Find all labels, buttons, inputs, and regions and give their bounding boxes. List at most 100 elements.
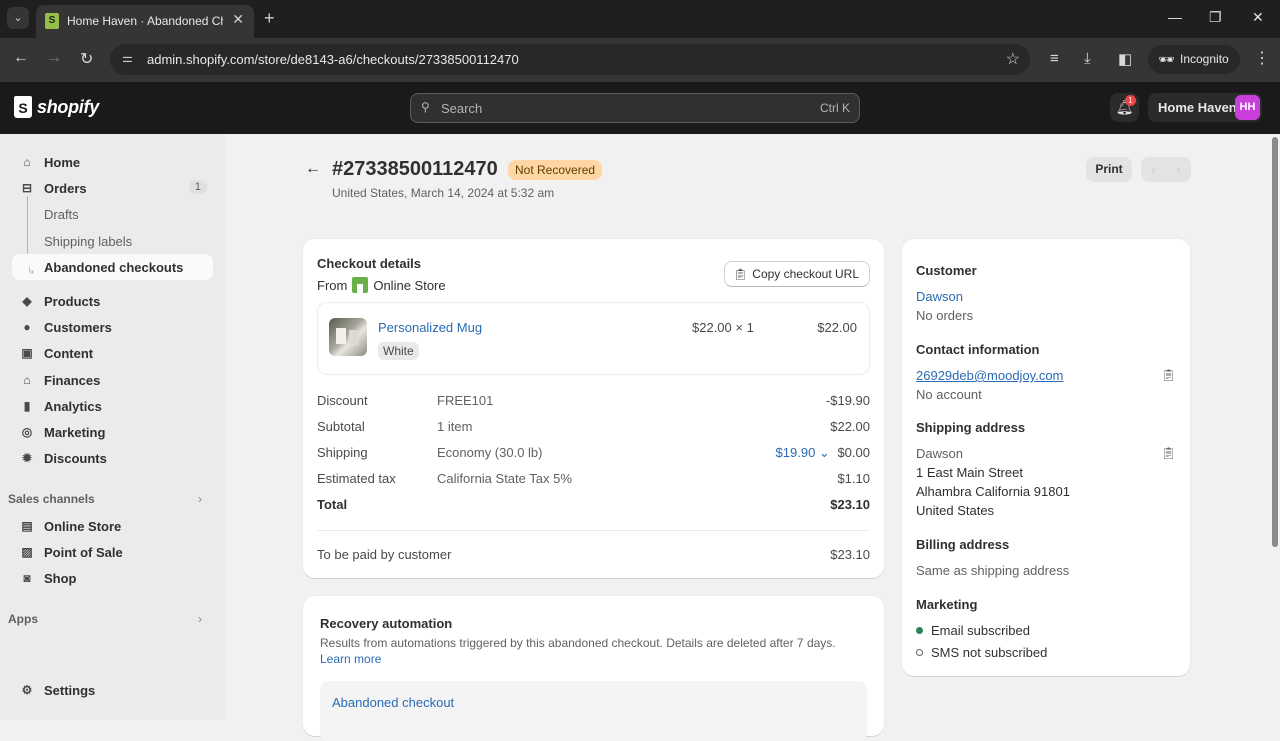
sidebar-item-online-store[interactable]: ▤ Online Store: [12, 513, 213, 539]
recovery-item: Abandoned checkout: [320, 681, 867, 741]
channel-name: Online Store: [373, 277, 446, 293]
sidebar-item-shipping-labels[interactable]: Shipping labels: [12, 228, 213, 254]
page-title: #27338500112470: [332, 158, 498, 180]
incognito-label: Incognito: [1180, 52, 1229, 66]
discount-amount: -$19.90: [825, 393, 870, 408]
tax-amount: $1.10: [837, 471, 870, 486]
from-label: From: [317, 277, 348, 293]
copy-address-icon[interactable]: 📋︎: [1161, 446, 1176, 460]
sidebar-item-content[interactable]: ▣ Content: [12, 340, 213, 366]
sidebar-item-shop[interactable]: ◙ Shop: [12, 565, 213, 591]
marketing-heading: Marketing: [916, 597, 978, 612]
sidebar-item-label: Finances: [44, 372, 101, 388]
account-status: No account: [916, 387, 982, 402]
incognito-icon: 🕶: [1158, 52, 1175, 67]
minimize-icon[interactable]: —: [1168, 9, 1182, 25]
pos-icon: ▨: [21, 545, 33, 559]
sidebar-item-abandoned-checkouts[interactable]: Abandoned checkouts: [12, 254, 213, 280]
notifications-button[interactable]: 🔔︎ 1: [1110, 93, 1139, 122]
image-icon: ▣: [21, 346, 33, 360]
product-link[interactable]: Personalized Mug: [378, 320, 482, 335]
shopify-logo[interactable]: S shopify: [14, 96, 99, 118]
shopify-bag-icon: S: [14, 96, 32, 118]
sidebar-item-home[interactable]: ⌂ Home: [12, 149, 213, 175]
sidebar-item-label: Shipping labels: [44, 233, 133, 249]
sidebar-item-label: Online Store: [44, 518, 122, 534]
row-label: To be paid by customer: [317, 547, 452, 562]
sidebar-item-discounts[interactable]: ✹ Discounts: [12, 445, 213, 471]
sidebar-item-settings[interactable]: ⚙ Settings: [12, 677, 213, 703]
address-bar[interactable]: ⚌ admin.shopify.com/store/de8143-a6/chec…: [110, 44, 1030, 75]
download-icon[interactable]: ⤓: [1084, 50, 1091, 67]
abandoned-checkout-link[interactable]: Abandoned checkout: [332, 695, 454, 710]
tab-search-button[interactable]: ⌄: [7, 7, 29, 29]
browser-tab[interactable]: S Home Haven · Abandoned Che ✕: [36, 5, 254, 38]
forward-icon[interactable]: →: [46, 49, 62, 67]
card-title: Checkout details: [317, 256, 422, 271]
sidebar-item-point-of-sale[interactable]: ▨ Point of Sale: [12, 539, 213, 565]
store-menu-button[interactable]: Home Haven HH: [1148, 93, 1262, 122]
back-icon[interactable]: ←: [13, 49, 29, 67]
sidebar-item-marketing[interactable]: ◎ Marketing: [12, 419, 213, 445]
side-panel-icon[interactable]: ◧: [1118, 50, 1132, 68]
sidebar-item-label: Marketing: [44, 424, 106, 440]
recovery-description: Results from automations triggered by th…: [320, 636, 836, 650]
orders-count-badge: 1: [188, 180, 207, 194]
browser-menu-icon[interactable]: ⋮: [1254, 48, 1270, 68]
print-button[interactable]: Print: [1086, 157, 1132, 182]
new-tab-button[interactable]: +: [264, 8, 275, 29]
customer-name-link[interactable]: Dawson: [916, 289, 963, 304]
apps-heading[interactable]: Apps: [8, 612, 38, 626]
sidebar-item-analytics[interactable]: ▮ Analytics: [12, 393, 213, 419]
next-icon[interactable]: ›: [1177, 163, 1181, 177]
discount-icon: ✹: [21, 451, 33, 465]
media-icon[interactable]: ≡: [1050, 50, 1059, 67]
product-thumbnail[interactable]: [329, 318, 367, 356]
home-icon: ⌂: [23, 155, 31, 169]
shipping-original-price[interactable]: $19.90 ⌄: [776, 445, 830, 460]
sidebar-item-drafts[interactable]: Drafts: [12, 201, 213, 227]
back-arrow-icon[interactable]: ←: [305, 160, 321, 178]
restore-icon[interactable]: ❐: [1209, 9, 1222, 26]
sidebar-item-products[interactable]: ◆ Products: [12, 288, 213, 314]
sidebar-item-orders[interactable]: ⊟ Orders 1: [12, 175, 213, 201]
email-link[interactable]: 26929deb@moodjoy.com: [916, 368, 1063, 383]
chevron-right-icon[interactable]: ›: [198, 492, 202, 506]
copy-email-icon[interactable]: 📋︎: [1161, 368, 1176, 382]
sidebar-item-label: Point of Sale: [44, 544, 123, 560]
previous-icon[interactable]: ‹: [1152, 163, 1156, 177]
reload-icon[interactable]: ↻: [80, 49, 93, 69]
subtotal-row: Subtotal 1 item $22.00: [317, 419, 870, 437]
ship-line2: Alhambra California 91801: [916, 484, 1070, 499]
row-label: Subtotal: [317, 419, 365, 434]
search-input[interactable]: ⚲ Search Ctrl K: [410, 93, 860, 123]
chevron-right-icon[interactable]: ›: [198, 612, 202, 626]
shipping-row: Shipping Economy (30.0 lb) $19.90 ⌄ $0.0…: [317, 445, 870, 463]
sidebar-item-label: Content: [44, 345, 94, 361]
sidebar-item-label: Shop: [44, 570, 77, 586]
row-label: Discount: [317, 393, 368, 408]
discount-row: Discount FREE101 -$19.90: [317, 393, 870, 411]
customer-orders: No orders: [916, 308, 974, 323]
sales-channels-heading[interactable]: Sales channels: [8, 492, 95, 506]
site-settings-icon[interactable]: ⚌: [122, 51, 133, 65]
sidebar-item-finances[interactable]: ⌂ Finances: [12, 367, 213, 393]
bookmark-star-icon[interactable]: ☆: [1006, 49, 1020, 69]
avatar: HH: [1235, 95, 1260, 120]
shipping-amount: $0.00: [837, 445, 870, 460]
row-label: Estimated tax: [317, 471, 396, 486]
notification-badge: 1: [1125, 95, 1136, 106]
scrollbar-thumb[interactable]: [1272, 137, 1278, 547]
line-item: Personalized Mug White $22.00 × 1 $22.00: [317, 302, 870, 375]
url-text[interactable]: admin.shopify.com/store/de8143-a6/checko…: [147, 52, 519, 67]
store-name: Home Haven: [1158, 100, 1237, 115]
copy-checkout-url-button[interactable]: 📋︎ Copy checkout URL: [724, 261, 870, 287]
close-tab-icon[interactable]: ✕: [232, 11, 244, 28]
window-close-icon[interactable]: ✕: [1252, 9, 1264, 26]
recovery-automation-card: Recovery automation Results from automat…: [303, 596, 884, 741]
learn-more-link[interactable]: Learn more: [320, 652, 381, 666]
browser-toolbar: ← → ↻ ⚌ admin.shopify.com/store/de8143-a…: [0, 38, 1280, 82]
incognito-indicator[interactable]: 🕶 Incognito: [1148, 45, 1240, 74]
sidebar-item-customers[interactable]: ● Customers: [12, 314, 213, 340]
search-placeholder: Search: [441, 101, 483, 116]
